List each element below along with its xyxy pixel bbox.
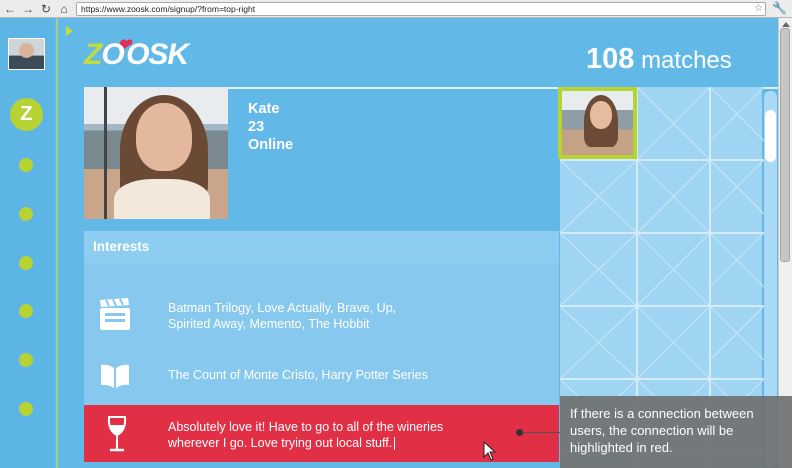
match-label: matches: [641, 47, 732, 74]
heart-icon: ❤: [117, 37, 131, 54]
nav-dot-2[interactable]: [19, 207, 33, 221]
interests-heading: Interests: [84, 231, 559, 263]
mouse-cursor-icon: [483, 441, 497, 461]
text-caret: [394, 437, 396, 451]
interest-books-text: The Count of Monte Cristo, Harry Potter …: [168, 368, 428, 382]
annotation-connector: [519, 432, 563, 433]
interest-movies: Batman Trilogy, Love Actually, Brave, Up…: [84, 296, 559, 336]
interest-wine-text: Absolutely love it! Have to go to all of…: [168, 419, 443, 451]
nav-dot-3[interactable]: [19, 256, 33, 270]
home-icon[interactable]: ⌂: [56, 1, 72, 17]
selected-match-thumbnail[interactable]: [558, 87, 637, 159]
thumb-face: [590, 101, 612, 129]
wine-glass-icon: [107, 416, 127, 452]
arrow-left-icon[interactable]: ←: [2, 1, 18, 17]
profile-age: 23: [248, 119, 265, 135]
annotation-dot: [516, 429, 523, 436]
interest-wine-line1: Absolutely love it! Have to go to all of…: [168, 420, 444, 434]
nav-dot-6[interactable]: [19, 402, 33, 416]
left-sidebar: [0, 18, 54, 468]
page-scroll-thumb[interactable]: [780, 28, 790, 262]
logo-letter-z: Z: [84, 38, 102, 71]
url-text: https://www.zoosk.com/signup/?from=top-r…: [81, 4, 256, 14]
expand-triangle-icon[interactable]: [66, 26, 73, 36]
browser-toolbar: ← → ↻ ⌂ https://www.zoosk.com/signup/?fr…: [0, 0, 792, 18]
interest-movies-line2: Spirited Away, Memento, The Hobbit: [168, 317, 370, 331]
photo-face: [136, 103, 192, 171]
arrow-right-icon[interactable]: →: [20, 1, 36, 17]
user-avatar[interactable]: [8, 38, 45, 70]
interest-wine-line2-wrap: wherever I go. Love trying out local stu…: [168, 435, 443, 451]
nav-dot-1[interactable]: [19, 158, 33, 172]
star-icon[interactable]: ☆: [754, 3, 763, 15]
profile-name: Kate: [248, 101, 280, 117]
interest-movies-line1: Batman Trilogy, Love Actually, Brave, Up…: [168, 301, 397, 315]
profile-status: Online: [248, 137, 294, 153]
interest-books: The Count of Monte Cristo, Harry Potter …: [84, 360, 559, 390]
film-clapper-icon: [100, 298, 130, 330]
nav-dot-5[interactable]: [19, 353, 33, 367]
wrench-icon[interactable]: 🔧: [772, 1, 787, 15]
annotation-line2: users, the connection will be: [570, 423, 734, 438]
profile-photo[interactable]: [84, 87, 228, 219]
interest-wine-line2: wherever I go. Love trying out local stu…: [168, 436, 393, 450]
zoosk-logo[interactable]: ZO❤OSK: [84, 37, 189, 72]
photo-shirt: [114, 179, 210, 219]
interest-movies-text: Batman Trilogy, Love Actually, Brave, Up…: [168, 300, 396, 332]
profile-info: Kate 23 Online: [248, 100, 293, 154]
matches-counter: 108 matches: [586, 43, 732, 76]
address-bar[interactable]: https://www.zoosk.com/signup/?from=top-r…: [76, 2, 766, 16]
photo-pole: [104, 87, 107, 219]
nav-dot-4[interactable]: [19, 304, 33, 318]
logo-letters-sk: SK: [148, 38, 189, 71]
open-book-icon: [101, 364, 129, 388]
annotation-line1: If there is a connection between: [570, 406, 754, 421]
match-count: 108: [586, 43, 635, 75]
reload-icon[interactable]: ↻: [38, 1, 54, 17]
annotation-line3: highlighted in red.: [570, 440, 673, 455]
sidebar-divider: [56, 18, 58, 468]
scroll-up-arrow-icon[interactable]: [782, 22, 790, 27]
match-grid-scroll-thumb[interactable]: [765, 110, 776, 162]
annotation-callout: If there is a connection between users, …: [560, 396, 792, 468]
zoosk-badge-icon[interactable]: Z: [10, 98, 43, 131]
